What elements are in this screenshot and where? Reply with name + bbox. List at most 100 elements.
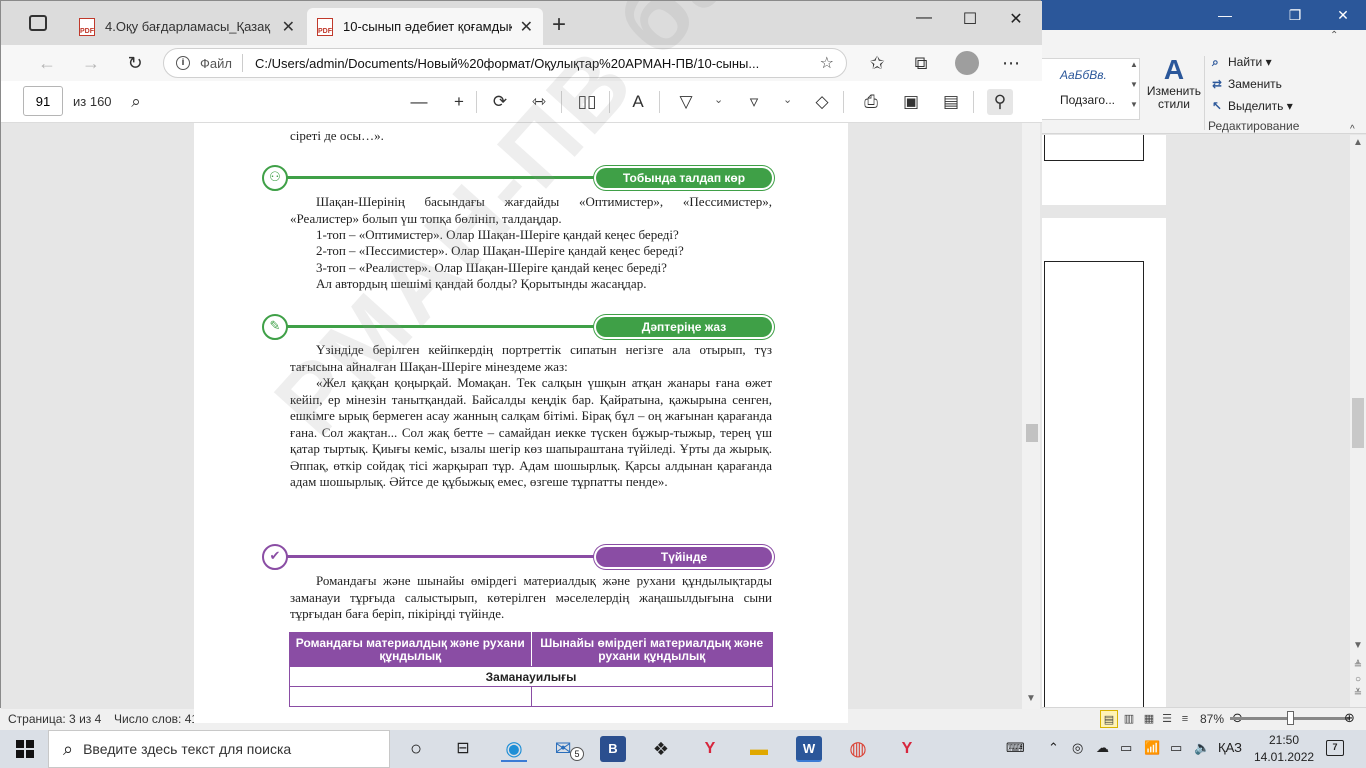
profile-avatar[interactable] — [955, 51, 979, 75]
clock-time[interactable]: 21:50 — [1254, 733, 1314, 747]
scroll-up-icon[interactable]: ▲ — [1352, 137, 1364, 148]
tab-textbook-pdf[interactable]: PDF 10-сынып әдебиет қоғамдық-гу ✕ — [307, 8, 543, 45]
draft-view-button[interactable]: ≡ — [1176, 710, 1194, 728]
close-tab-icon[interactable]: ✕ — [282, 17, 295, 37]
file-explorer-icon[interactable]: ▬ — [746, 736, 772, 762]
more-menu-icon[interactable]: ⋯ — [997, 50, 1025, 76]
browse-object-icon[interactable]: ○ — [1352, 674, 1364, 685]
select-label: Выделить — [1228, 99, 1284, 113]
word-scroll-thumb[interactable] — [1352, 398, 1364, 448]
clock-date[interactable]: 14.01.2022 — [1254, 750, 1314, 764]
favorites-icon[interactable]: ✩ — [863, 50, 891, 76]
add-favorite-star-icon[interactable]: ☆ — [820, 53, 834, 73]
page-number-input[interactable] — [23, 86, 63, 116]
page-top-text: сіреті де осы…». — [290, 128, 384, 143]
new-tab-icon[interactable]: + — [552, 11, 566, 39]
windows-start-icon[interactable] — [16, 740, 34, 758]
tray-chevron-up-icon[interactable]: ⌃ — [1048, 740, 1059, 756]
zoom-level[interactable]: 87% — [1200, 712, 1224, 726]
cortana-icon[interactable]: ○ — [403, 736, 429, 762]
onedrive-cloud-icon[interactable]: ☁ — [1096, 740, 1109, 756]
eraser-icon[interactable]: ◇ — [809, 89, 835, 115]
word-taskbar-icon[interactable]: W — [796, 736, 822, 762]
status-page[interactable]: Страница: 3 из 4 — [8, 712, 101, 726]
chrome-icon[interactable]: ◍ — [845, 736, 871, 762]
dropbox-icon[interactable]: ❖ — [648, 736, 674, 762]
edge-taskbar-icon[interactable]: ◉ — [501, 736, 527, 762]
tab-actions-icon[interactable] — [29, 15, 47, 31]
scroll-down-icon[interactable]: ▼ — [1026, 693, 1036, 704]
gallery-down-icon[interactable]: ▼ — [1128, 80, 1140, 100]
section1-line: 2-топ – «Пессимистер». Олар Шақан-Шеріге… — [316, 243, 684, 258]
full-screen-view-button[interactable]: ▥ — [1120, 710, 1138, 728]
page-view-icon[interactable]: ▯▯ — [574, 89, 600, 115]
collapse-ribbon-icon[interactable]: ^ — [1350, 124, 1355, 135]
select-button[interactable]: ↖ Выделить ▾ — [1212, 99, 1293, 113]
address-url[interactable]: C:/Users/admin/Documents/Новый%20формат/… — [255, 56, 812, 71]
fit-width-icon[interactable]: ⇿ — [526, 89, 552, 115]
refresh-icon[interactable]: ↻ — [121, 50, 149, 76]
gallery-more-icon[interactable]: ▼ — [1128, 100, 1140, 120]
zoom-in-icon[interactable]: ⊕ — [1344, 710, 1355, 726]
outline-view-button[interactable]: ☰ — [1158, 710, 1176, 728]
save-icon[interactable]: ▣ — [898, 89, 924, 115]
tab-curriculum-pdf[interactable]: PDF 4.Оқу бағдарламасы_Қазақ әде ✕ — [69, 8, 305, 45]
next-page-icon[interactable]: ≚ — [1352, 688, 1364, 699]
tray-monitor-icon[interactable]: ▭ — [1120, 740, 1132, 756]
pdf-file-icon: PDF — [317, 17, 333, 36]
pdf-scroll-thumb[interactable] — [1026, 424, 1038, 442]
replace-button[interactable]: ⇄ Заменить — [1212, 77, 1282, 91]
app-b-icon[interactable]: B — [600, 736, 626, 762]
pdf-vertical-scrollbar[interactable] — [1022, 123, 1040, 709]
collections-icon[interactable]: ⧉ — [907, 50, 935, 76]
task-view-icon[interactable]: ⊟ — [450, 736, 476, 762]
notification-center-icon[interactable]: 7 — [1326, 740, 1344, 756]
volume-icon[interactable]: 🔈 — [1194, 740, 1210, 756]
change-styles-button[interactable]: A Изменить стили — [1145, 55, 1203, 111]
draw-icon[interactable]: ▽ — [673, 89, 699, 115]
yandex-icon[interactable]: Y — [894, 736, 920, 762]
save-as-icon[interactable]: ▤ — [938, 89, 964, 115]
input-language[interactable]: ҚАЗ — [1218, 740, 1242, 755]
zoom-in-icon[interactable]: + — [446, 89, 472, 115]
status-word-count[interactable]: Число слов: 415 — [114, 712, 205, 726]
web-layout-view-button[interactable]: ▦ — [1140, 710, 1158, 728]
pdf-file-icon: PDF — [79, 17, 95, 36]
edge-minimize-button[interactable]: — — [901, 9, 947, 27]
word-restore-button[interactable]: ❐ — [1272, 0, 1318, 30]
info-icon[interactable]: i — [176, 56, 190, 70]
word-minimize-button[interactable]: — — [1202, 0, 1248, 30]
close-tab-icon[interactable]: ✕ — [520, 17, 533, 37]
rotate-icon[interactable]: ⟳ — [487, 89, 513, 115]
forward-arrow-icon[interactable]: → — [77, 50, 105, 76]
section3-paragraph: Романдағы және шынайы өмірдегі материалд… — [290, 573, 772, 621]
scroll-down-icon[interactable]: ▼ — [1352, 640, 1364, 651]
yandex-browser-icon[interactable]: Y — [697, 736, 723, 762]
edge-close-button[interactable]: ✕ — [993, 9, 1039, 29]
draw-options-chevron-icon[interactable]: ⌄ — [714, 93, 723, 106]
wifi-icon[interactable]: 📶 — [1144, 740, 1160, 756]
edge-maximize-button[interactable]: ☐ — [947, 9, 993, 29]
prev-page-icon[interactable]: ≜ — [1352, 660, 1364, 671]
find-button[interactable]: ⌕ Найти ▾ — [1212, 55, 1272, 70]
read-aloud-icon[interactable]: A — [625, 89, 651, 115]
back-arrow-icon[interactable]: ← — [33, 50, 61, 76]
style-sample[interactable]: АаБбВв. — [1060, 68, 1107, 82]
style-name[interactable]: Подзаго... — [1060, 93, 1115, 107]
ribbon-chevron-up-icon[interactable]: ⌃ — [1330, 30, 1338, 41]
word-close-button[interactable]: ✕ — [1320, 0, 1366, 30]
print-icon[interactable]: ⎙ — [858, 89, 884, 115]
print-layout-view-button[interactable]: ▤ — [1100, 710, 1118, 728]
pin-toolbar-icon[interactable]: ⚲ — [987, 89, 1013, 115]
highlight-options-chevron-icon[interactable]: ⌄ — [783, 93, 792, 106]
address-bar[interactable]: i Файл C:/Users/admin/Documents/Новый%20… — [163, 48, 847, 78]
zoom-slider-knob[interactable] — [1287, 711, 1294, 725]
gallery-up-icon[interactable]: ▲ — [1128, 60, 1140, 80]
battery-icon[interactable]: ▭ — [1170, 740, 1182, 756]
taskbar-search-box[interactable]: ⌕ Введите здесь текст для поиска — [48, 730, 390, 768]
zoom-out-icon[interactable]: — — [406, 89, 432, 115]
keyboard-icon[interactable]: ⌨ — [1006, 740, 1025, 756]
search-icon[interactable]: ⌕ — [123, 89, 149, 115]
tray-app-icon[interactable]: ◎ — [1072, 740, 1083, 756]
highlight-icon[interactable]: ▿ — [741, 89, 767, 115]
